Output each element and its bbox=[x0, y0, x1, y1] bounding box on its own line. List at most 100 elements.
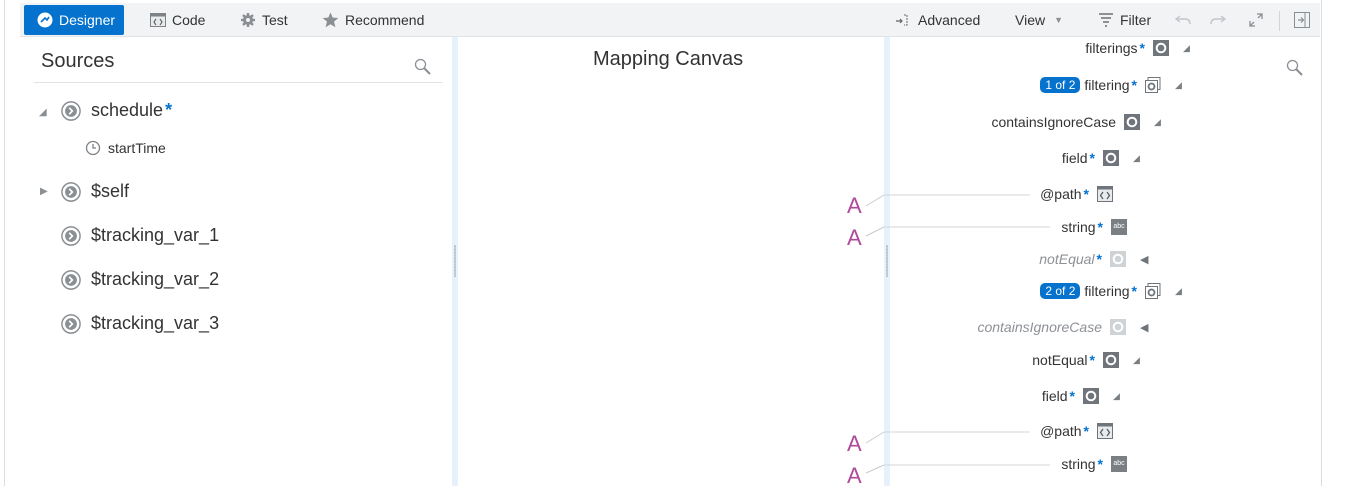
occurrence-badge[interactable]: 2 of 2 bbox=[1040, 283, 1081, 299]
view-label: View bbox=[1015, 12, 1046, 28]
tab-code[interactable]: Code bbox=[150, 5, 205, 35]
target-node-path-attribute-2[interactable]: @path * bbox=[1040, 423, 1113, 439]
target-panel: filterings * ◢ 1 of 2 filtering * ◢ contai… bbox=[891, 37, 1191, 486]
panel-collapse-icon bbox=[1294, 12, 1310, 28]
source-label: $tracking_var_1 bbox=[91, 225, 220, 245]
expand-triangle-icon[interactable]: ◢ bbox=[1113, 391, 1121, 402]
collapse-arrow-icon[interactable]: ◢ bbox=[39, 107, 47, 118]
view-menu[interactable]: View ▼ bbox=[1015, 5, 1063, 35]
canvas-title: Mapping Canvas bbox=[593, 48, 744, 70]
tab-designer[interactable]: Designer bbox=[24, 5, 124, 35]
tab-designer-label: Designer bbox=[59, 12, 116, 28]
required-mark: * bbox=[1097, 456, 1103, 472]
element-icon bbox=[1110, 251, 1126, 267]
required-mark: * bbox=[1083, 186, 1089, 202]
string-literal-icon[interactable]: A bbox=[847, 225, 862, 251]
element-icon bbox=[1110, 319, 1126, 335]
target-node-notequal[interactable]: notEqual * ◀ bbox=[1039, 251, 1148, 267]
source-label: startTime bbox=[108, 140, 166, 156]
splitter-grip[interactable] bbox=[454, 245, 456, 277]
tab-recommend-label: Recommend bbox=[345, 12, 425, 28]
tab-recommend[interactable]: Recommend bbox=[322, 5, 424, 35]
target-node-containsignorecase-optional[interactable]: containsIgnoreCase ◀ bbox=[977, 319, 1148, 335]
expand-triangle-icon[interactable]: ◢ bbox=[1154, 117, 1162, 128]
target-node-string-2[interactable]: string * abc bbox=[1061, 456, 1127, 472]
redo-button[interactable] bbox=[1210, 5, 1226, 35]
source-node-tracking-var-2[interactable]: $tracking_var_2 bbox=[61, 269, 219, 290]
maximize-button[interactable] bbox=[1248, 5, 1264, 35]
tab-test[interactable]: Test bbox=[240, 5, 288, 35]
filter-icon bbox=[1099, 13, 1113, 27]
string-literal-icon[interactable]: A bbox=[847, 463, 862, 489]
source-label: $tracking_var_3 bbox=[91, 313, 220, 333]
target-node-containsignorecase[interactable]: containsIgnoreCase ◢ bbox=[991, 114, 1162, 130]
required-mark: * bbox=[1089, 150, 1095, 166]
expand-triangle-icon[interactable]: ◢ bbox=[1133, 355, 1141, 366]
occurrence-badge[interactable]: 1 of 2 bbox=[1040, 77, 1081, 93]
advanced-button[interactable]: Advanced bbox=[896, 5, 980, 35]
element-node-icon bbox=[61, 181, 81, 202]
source-node-tracking-var-3[interactable]: $tracking_var_3 bbox=[61, 313, 219, 334]
target-node-filterings[interactable]: filterings * ◢ bbox=[1085, 40, 1191, 56]
element-icon bbox=[1103, 150, 1119, 166]
target-label: field bbox=[1041, 388, 1068, 404]
collapse-triangle-icon[interactable]: ◀ bbox=[1140, 253, 1148, 266]
element-icon bbox=[1153, 40, 1169, 56]
target-node-field-2[interactable]: field * ◢ bbox=[1042, 388, 1121, 404]
string-literal-icon[interactable]: A bbox=[847, 431, 862, 457]
search-icon[interactable] bbox=[414, 58, 432, 76]
element-icon bbox=[1083, 388, 1099, 404]
collapse-triangle-icon[interactable]: ◀ bbox=[1140, 321, 1148, 334]
target-label: filtering bbox=[1084, 283, 1130, 299]
target-label: containsIgnoreCase bbox=[991, 114, 1116, 130]
expand-triangle-icon[interactable]: ◢ bbox=[1133, 153, 1141, 164]
target-label: filterings bbox=[1085, 40, 1138, 56]
left-splitter[interactable] bbox=[452, 37, 458, 486]
source-node-self[interactable]: $self bbox=[61, 181, 129, 202]
string-icon: abc bbox=[1111, 456, 1127, 472]
source-node-schedule[interactable]: schedule * bbox=[61, 100, 172, 121]
target-node-path-attribute[interactable]: @path * bbox=[1040, 186, 1113, 202]
undo-button[interactable] bbox=[1175, 5, 1191, 35]
filter-button[interactable]: Filter bbox=[1099, 5, 1151, 35]
target-node-filtering-1[interactable]: 1 of 2 filtering * ◢ bbox=[1040, 77, 1183, 93]
element-node-icon bbox=[61, 225, 81, 246]
target-node-filtering-2[interactable]: 2 of 2 filtering * ◢ bbox=[1040, 283, 1183, 299]
source-label: schedule bbox=[91, 100, 164, 120]
toggle-panel-button[interactable] bbox=[1294, 5, 1310, 35]
element-node-icon bbox=[61, 269, 81, 290]
expand-triangle-icon[interactable]: ◢ bbox=[1175, 80, 1183, 91]
target-label: string bbox=[1061, 456, 1096, 472]
required-mark: * bbox=[1139, 40, 1145, 56]
expand-triangle-icon[interactable]: ◢ bbox=[1183, 43, 1191, 54]
required-mark: * bbox=[165, 100, 173, 120]
advanced-label: Advanced bbox=[918, 12, 981, 28]
expand-icon bbox=[1248, 12, 1264, 28]
required-mark: * bbox=[1097, 219, 1103, 235]
expand-triangle-icon[interactable]: ◢ bbox=[1175, 286, 1183, 297]
star-icon bbox=[322, 12, 339, 28]
designer-icon bbox=[37, 12, 53, 28]
source-label: $self bbox=[91, 181, 130, 201]
target-node-notequal-2[interactable]: notEqual * ◢ bbox=[1032, 352, 1141, 368]
source-node-starttime[interactable]: startTime bbox=[85, 140, 166, 156]
source-node-tracking-var-1[interactable]: $tracking_var_1 bbox=[61, 225, 219, 246]
chevron-down-icon: ▼ bbox=[1054, 15, 1064, 25]
redo-icon bbox=[1210, 14, 1226, 26]
element-icon bbox=[1103, 352, 1119, 368]
string-literal-icon[interactable]: A bbox=[847, 193, 862, 219]
element-node-icon bbox=[61, 313, 81, 334]
expand-arrow-icon[interactable]: ▶ bbox=[40, 186, 48, 197]
target-label: notEqual bbox=[1039, 251, 1095, 267]
attribute-icon bbox=[1097, 186, 1113, 202]
attribute-icon bbox=[1097, 423, 1113, 439]
sources-title: Sources bbox=[41, 50, 115, 72]
required-mark: * bbox=[1069, 388, 1075, 404]
target-label: @path bbox=[1040, 423, 1082, 439]
target-node-field[interactable]: field * ◢ bbox=[1062, 150, 1141, 166]
target-label: filtering bbox=[1084, 77, 1130, 93]
code-icon bbox=[150, 13, 166, 27]
undo-icon bbox=[1175, 14, 1191, 26]
target-search-icon[interactable] bbox=[1286, 59, 1304, 77]
target-node-string[interactable]: string * abc bbox=[1061, 219, 1127, 235]
